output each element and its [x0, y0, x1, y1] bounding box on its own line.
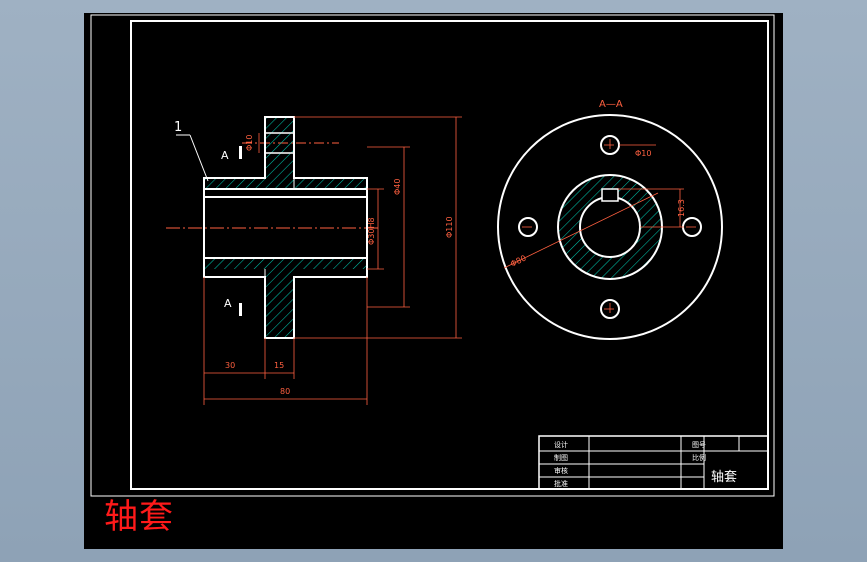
dim-bore-dia: Φ30H8	[367, 217, 376, 245]
dim-total-length: 80	[280, 387, 290, 396]
dim-hub-length: 30	[225, 361, 235, 370]
inner-border	[130, 20, 769, 490]
drawing-sheet: A A 1 30 15 80 Φ110 Φ40 Φ30H8 Φ10 A—A Φ1…	[84, 13, 783, 549]
dim-hub-dia: Φ40	[393, 179, 402, 195]
tb-row-draw: 制图	[554, 453, 568, 462]
dim-bolt-hole: Φ10	[245, 135, 254, 151]
tb-part-name: 轴套	[711, 469, 737, 485]
cad-canvas: A A 1 30 15 80 Φ110 Φ40 Φ30H8 Φ10 A—A Φ1…	[90, 14, 775, 497]
tb-drawing-no: 图号	[692, 441, 706, 449]
dim-flange-dia: Φ110	[445, 216, 454, 238]
dim-pcd: Φ80	[509, 253, 528, 268]
drawing-caption: 轴套	[104, 497, 174, 537]
dim-flange-thickness: 15	[274, 361, 284, 370]
side-view: A—A Φ10 16.3 Φ80	[497, 99, 723, 340]
section-marker-top: A	[221, 149, 229, 162]
tb-row-design: 设计	[554, 440, 568, 449]
title-block: 设计 制图 审核 批准 图号 比例 轴套	[538, 435, 769, 490]
keyway	[601, 188, 619, 202]
tb-row-approve: 批准	[554, 479, 568, 488]
dim-keyway-depth: 16.3	[677, 199, 686, 217]
outer-border	[90, 14, 775, 497]
section-marker-bottom: A	[224, 297, 232, 310]
tb-scale: 比例	[692, 453, 706, 462]
section-label: A—A	[599, 99, 623, 110]
dim-hole-dia: Φ10	[635, 149, 651, 158]
tb-row-check: 审核	[554, 466, 568, 475]
front-view: A A 1 30 15 80 Φ110 Φ40 Φ30H8 Φ10	[166, 116, 462, 405]
leader-number: 1	[174, 120, 182, 135]
